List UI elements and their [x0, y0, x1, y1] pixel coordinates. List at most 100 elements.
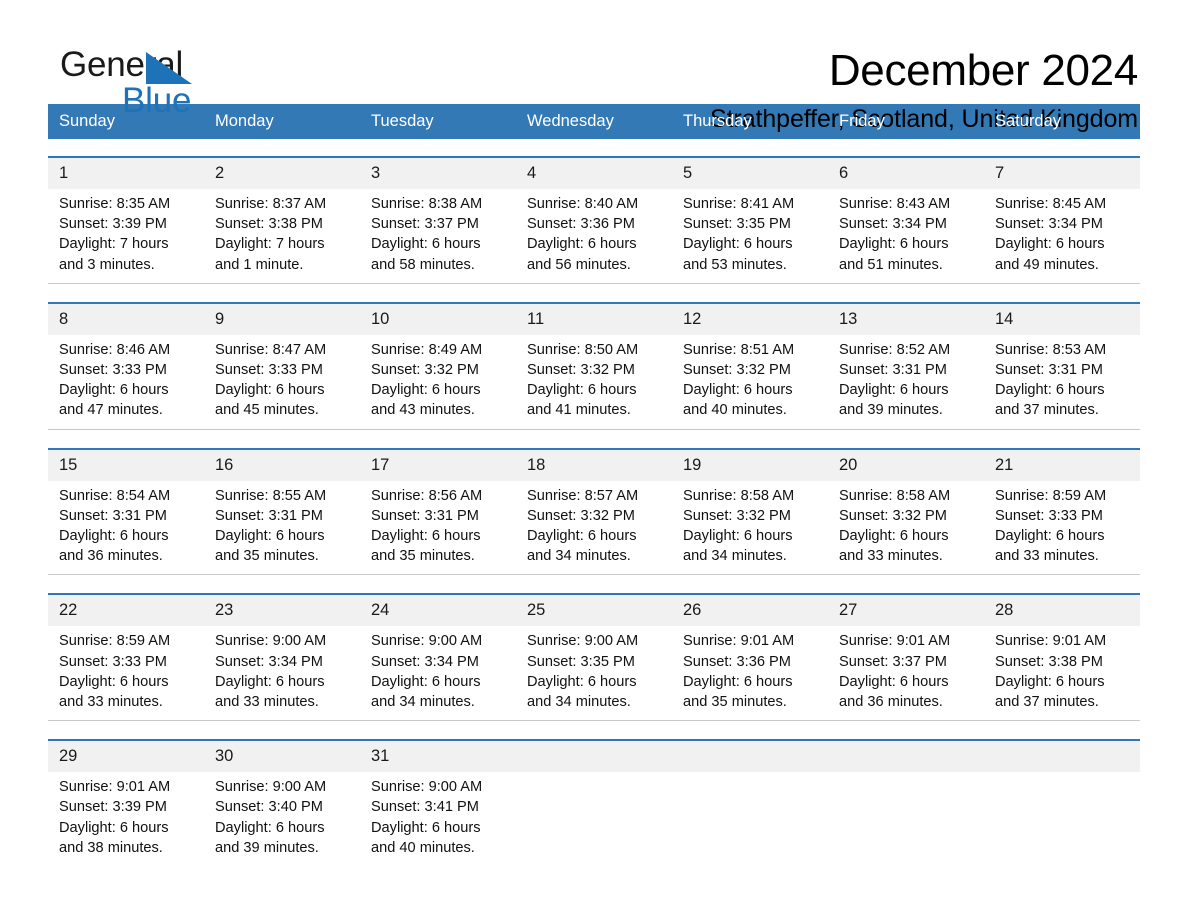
page-title: December 2024 [828, 46, 1138, 95]
day-detail-cell[interactable]: Sunrise: 9:00 AM Sunset: 3:34 PM Daylight:… [204, 626, 360, 721]
day-detail-cell[interactable]: Sunrise: 8:57 AM Sunset: 3:32 PM Daylight:… [516, 480, 672, 575]
sunset-text: Sunset: 3:34 PM [995, 216, 1103, 233]
day-detail-cell[interactable]: Sunrise: 8:55 AM Sunset: 3:31 PM Daylight:… [204, 480, 360, 575]
daylight-text-line2: and 40 minutes. [371, 839, 475, 856]
day-number-cell[interactable]: 7 [984, 156, 1140, 189]
day-number-cell[interactable]: 6 [828, 156, 984, 189]
day-detail-cell[interactable]: Sunrise: 8:41 AM Sunset: 3:35 PM Daylight:… [672, 189, 828, 284]
day-number-cell[interactable]: 15 [48, 447, 204, 481]
day-detail-cell[interactable]: Sunrise: 9:01 AM Sunset: 3:39 PM Daylight:… [48, 772, 204, 867]
day-detail-cell[interactable]: Sunrise: 9:00 AM Sunset: 3:35 PM Daylight:… [516, 626, 672, 721]
daylight-text-line1: Daylight: 6 hours [995, 673, 1105, 690]
daylight-text-line2: and 58 minutes. [371, 256, 475, 273]
day-number-cell[interactable]: 21 [984, 447, 1140, 481]
day-detail-cell[interactable]: Sunrise: 8:37 AM Sunset: 3:38 PM Daylight:… [204, 189, 360, 284]
day-detail-cell[interactable]: Sunrise: 8:35 AM Sunset: 3:39 PM Daylight:… [48, 189, 204, 284]
day-detail-cell[interactable]: Sunrise: 8:51 AM Sunset: 3:32 PM Daylight:… [672, 334, 828, 430]
week-separator-rule [48, 428, 1140, 449]
day-number-cell[interactable]: 18 [516, 447, 672, 481]
day-number-row: 8 9 10 11 12 13 14 [48, 301, 1140, 335]
day-number-cell[interactable]: 12 [672, 301, 828, 335]
day-number-cell[interactable]: 16 [204, 447, 360, 481]
day-detail-cell[interactable]: Sunrise: 8:47 AM Sunset: 3:33 PM Daylight:… [204, 334, 360, 430]
sunrise-sunset-calendar: Sunday Monday Tuesday Wednesday Thursday… [48, 104, 1140, 867]
day-number-cell[interactable]: 19 [672, 447, 828, 481]
day-detail-cell[interactable]: Sunrise: 8:45 AM Sunset: 3:34 PM Daylight:… [984, 189, 1140, 284]
day-number-cell[interactable]: 5 [672, 156, 828, 189]
day-number-cell[interactable]: 13 [828, 301, 984, 335]
day-number-cell[interactable]: 3 [360, 156, 516, 189]
sunset-text: Sunset: 3:31 PM [215, 507, 323, 524]
daylight-text-line1: Daylight: 6 hours [839, 673, 949, 690]
day-number-cell[interactable]: 28 [984, 593, 1140, 627]
daylight-text-line2: and 49 minutes. [995, 256, 1099, 273]
day-number-cell[interactable]: 31 [360, 739, 516, 773]
day-number-cell[interactable]: 25 [516, 593, 672, 627]
day-detail-cell[interactable]: Sunrise: 8:46 AM Sunset: 3:33 PM Daylight:… [48, 334, 204, 430]
day-detail-cell[interactable]: Sunrise: 9:00 AM Sunset: 3:40 PM Daylight:… [204, 772, 360, 867]
logo-text-blue: Blue [122, 81, 192, 120]
day-number-cell[interactable]: 4 [516, 156, 672, 189]
day-detail-cell[interactable]: Sunrise: 8:43 AM Sunset: 3:34 PM Daylight:… [828, 189, 984, 284]
day-detail-cell[interactable]: Sunrise: 9:01 AM Sunset: 3:37 PM Daylight:… [828, 626, 984, 721]
day-number-cell[interactable]: 17 [360, 447, 516, 481]
day-number-cell[interactable]: 14 [984, 301, 1140, 335]
day-number-cell[interactable]: 30 [204, 739, 360, 773]
sunrise-text: Sunrise: 8:57 AM [527, 487, 639, 504]
sunset-text: Sunset: 3:33 PM [59, 653, 167, 670]
day-detail-cell[interactable]: Sunrise: 9:00 AM Sunset: 3:41 PM Daylight:… [360, 772, 516, 867]
day-detail-cell[interactable]: Sunrise: 8:53 AM Sunset: 3:31 PM Daylight:… [984, 334, 1140, 430]
day-detail-row: Sunrise: 8:46 AM Sunset: 3:33 PM Daylight:… [48, 334, 1140, 430]
day-detail-cell[interactable]: Sunrise: 8:59 AM Sunset: 3:33 PM Daylight:… [48, 626, 204, 721]
sunset-text: Sunset: 3:35 PM [527, 653, 635, 670]
sunset-text: Sunset: 3:41 PM [371, 799, 479, 816]
day-detail-cell[interactable]: Sunrise: 9:01 AM Sunset: 3:38 PM Daylight:… [984, 626, 1140, 721]
day-number-cell[interactable]: 29 [48, 739, 204, 773]
daylight-text-line1: Daylight: 6 hours [839, 236, 949, 253]
daylight-text-line2: and 36 minutes. [839, 694, 943, 711]
day-number-cell[interactable]: 23 [204, 593, 360, 627]
sunset-text: Sunset: 3:36 PM [683, 653, 791, 670]
day-number-row: 1234567 [48, 156, 1140, 189]
day-detail-row: Sunrise: 8:54 AM Sunset: 3:31 PM Daylight:… [48, 480, 1140, 575]
day-number-cell[interactable]: 11 [516, 301, 672, 335]
sunrise-text: Sunrise: 8:50 AM [527, 341, 639, 358]
sunrise-text: Sunrise: 8:56 AM [371, 487, 483, 504]
day-number-cell[interactable]: 27 [828, 593, 984, 627]
week-separator [48, 574, 1140, 595]
daylight-text-line2: and 51 minutes. [839, 256, 943, 273]
day-number-cell[interactable]: 8 [48, 301, 204, 335]
day-number-cell[interactable]: 1 [48, 156, 204, 189]
day-number-cell[interactable]: 26 [672, 593, 828, 627]
sunrise-text: Sunrise: 9:00 AM [215, 779, 327, 796]
day-number-cell[interactable]: 9 [204, 301, 360, 335]
calendar-page: General Blue December 2024 Strathpeffer,… [0, 0, 1188, 918]
day-number-cell[interactable]: 22 [48, 593, 204, 627]
day-number-cell[interactable]: 20 [828, 447, 984, 481]
day-number-cell[interactable]: 24 [360, 593, 516, 627]
sunrise-text: Sunrise: 8:59 AM [995, 487, 1107, 504]
day-detail-cell[interactable]: Sunrise: 8:58 AM Sunset: 3:32 PM Daylight:… [672, 480, 828, 575]
day-detail-cell[interactable]: Sunrise: 8:40 AM Sunset: 3:36 PM Daylight:… [516, 189, 672, 284]
daylight-text-line2: and 35 minutes. [683, 694, 787, 711]
daylight-text-line2: and 56 minutes. [527, 256, 631, 273]
day-detail-cell[interactable]: Sunrise: 8:56 AM Sunset: 3:31 PM Daylight:… [360, 480, 516, 575]
day-detail-cell[interactable]: Sunrise: 8:38 AM Sunset: 3:37 PM Daylight:… [360, 189, 516, 284]
day-detail-cell[interactable]: Sunrise: 9:01 AM Sunset: 3:36 PM Daylight:… [672, 626, 828, 721]
day-detail-cell[interactable]: Sunrise: 8:49 AM Sunset: 3:32 PM Daylight:… [360, 334, 516, 430]
week-separator-rule [48, 139, 1140, 157]
sunset-text: Sunset: 3:34 PM [371, 653, 479, 670]
day-detail-cell[interactable]: Sunrise: 9:00 AM Sunset: 3:34 PM Daylight:… [360, 626, 516, 721]
day-detail-cell[interactable]: Sunrise: 8:58 AM Sunset: 3:32 PM Daylight:… [828, 480, 984, 575]
day-detail-cell[interactable]: Sunrise: 8:54 AM Sunset: 3:31 PM Daylight:… [48, 480, 204, 575]
day-detail-cell[interactable]: Sunrise: 8:52 AM Sunset: 3:31 PM Daylight:… [828, 334, 984, 430]
sunrise-text: Sunrise: 8:43 AM [839, 196, 951, 212]
day-number-cell[interactable]: 10 [360, 301, 516, 335]
daylight-text-line1: Daylight: 6 hours [215, 528, 325, 545]
daylight-text-line1: Daylight: 6 hours [527, 673, 637, 690]
day-detail-cell[interactable]: Sunrise: 8:50 AM Sunset: 3:32 PM Daylight:… [516, 334, 672, 430]
sunset-text: Sunset: 3:33 PM [995, 507, 1103, 524]
day-number-cell[interactable]: 2 [204, 156, 360, 189]
day-detail-cell[interactable]: Sunrise: 8:59 AM Sunset: 3:33 PM Daylight:… [984, 480, 1140, 575]
sunrise-text: Sunrise: 8:55 AM [215, 487, 327, 504]
